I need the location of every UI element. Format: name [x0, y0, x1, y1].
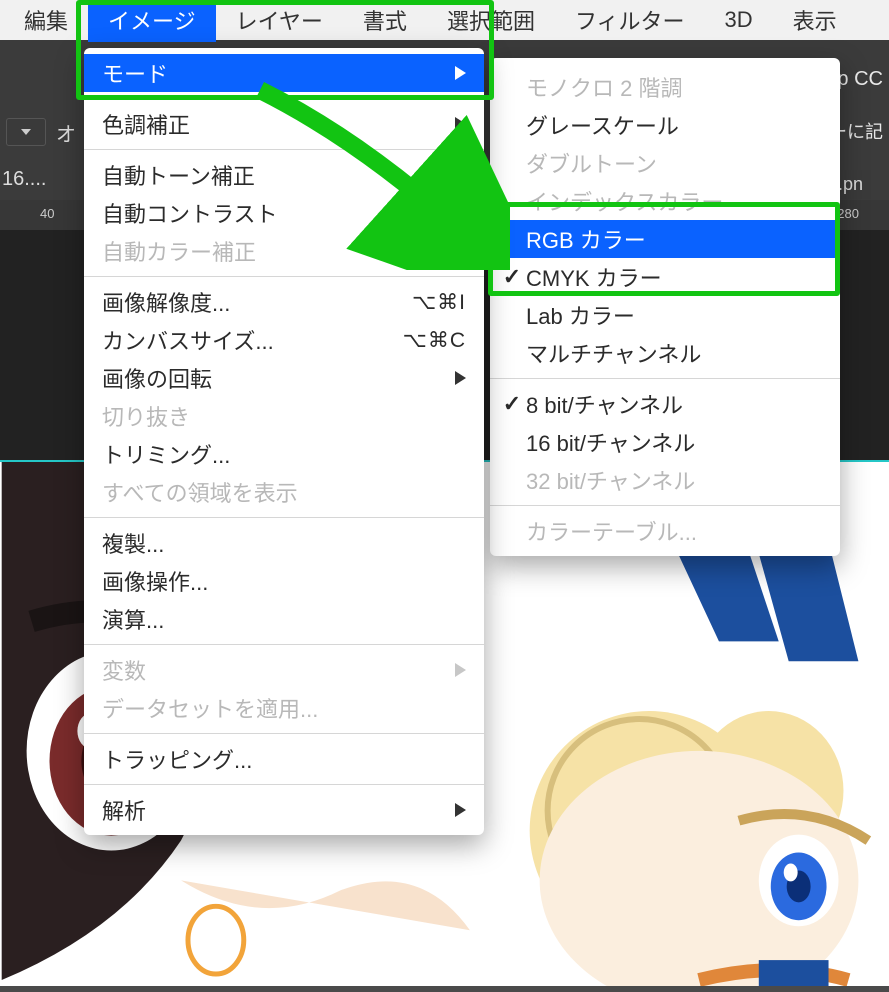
item-image-size[interactable]: 画像解像度...⌥⌘I	[84, 283, 484, 321]
menu-image-dropdown: モード 色調補正 自動トーン補正⇧⌘L 自動コントラスト⌥⇧⌘L 自動カラー補正…	[84, 48, 484, 835]
menu-type[interactable]: 書式	[343, 0, 427, 42]
mode-16bit[interactable]: 16 bit/チャンネル	[490, 423, 840, 461]
chevron-right-icon	[455, 663, 466, 677]
item-auto-color: 自動カラー補正⇧⌘B	[84, 232, 484, 270]
menubar: 編集 イメージ レイヤー 書式 選択範囲 フィルター 3D 表示	[0, 0, 889, 40]
mode-rgb[interactable]: RGB カラー	[490, 220, 840, 258]
item-canvas-size[interactable]: カンバスサイズ...⌥⌘C	[84, 321, 484, 359]
item-apply-image[interactable]: 画像操作...	[84, 562, 484, 600]
item-trim[interactable]: トリミング...	[84, 435, 484, 473]
chevron-right-icon	[455, 117, 466, 131]
menu-separator	[84, 276, 484, 277]
item-reveal-all: すべての領域を表示	[84, 473, 484, 511]
menu-separator	[84, 149, 484, 150]
mode-bitmap: モノクロ 2 階調	[490, 68, 840, 106]
menu-image[interactable]: イメージ	[88, 0, 216, 42]
mode-duotone: ダブルトーン	[490, 144, 840, 182]
mode-multichannel[interactable]: マルチチャンネル	[490, 334, 840, 372]
menu-separator	[84, 733, 484, 734]
menu-separator	[490, 505, 840, 506]
mode-lab[interactable]: Lab カラー	[490, 296, 840, 334]
chevron-right-icon	[455, 66, 466, 80]
item-rotate[interactable]: 画像の回転	[84, 359, 484, 397]
menu-filter[interactable]: フィルター	[555, 0, 705, 42]
item-variables: 変数	[84, 651, 484, 689]
menu-separator	[84, 517, 484, 518]
item-apply-dataset: データセットを適用...	[84, 689, 484, 727]
menu-separator	[84, 98, 484, 99]
ruler-tick: 280	[837, 206, 859, 221]
mode-color-table: カラーテーブル...	[490, 512, 840, 550]
chevron-right-icon	[455, 371, 466, 385]
item-adjustments[interactable]: 色調補正	[84, 105, 484, 143]
item-mode[interactable]: モード	[84, 54, 484, 92]
mode-32bit: 32 bit/チャンネル	[490, 461, 840, 499]
options-fragment: オ	[56, 118, 76, 147]
menu-edit[interactable]: 編集	[4, 0, 88, 42]
item-crop: 切り抜き	[84, 397, 484, 435]
menu-3d[interactable]: 3D	[705, 1, 773, 39]
file-label: 16....	[2, 168, 46, 191]
menu-separator	[490, 378, 840, 379]
chevron-right-icon	[455, 803, 466, 817]
submenu-mode: モノクロ 2 階調 グレースケール ダブルトーン インデックスカラー RGB カ…	[490, 58, 840, 556]
item-duplicate[interactable]: 複製...	[84, 524, 484, 562]
menu-separator	[84, 644, 484, 645]
menu-select[interactable]: 選択範囲	[427, 0, 555, 42]
mode-cmyk[interactable]: ✓CMYK カラー	[490, 258, 840, 296]
menu-separator	[84, 784, 484, 785]
menu-layer[interactable]: レイヤー	[216, 0, 343, 42]
item-analysis[interactable]: 解析	[84, 791, 484, 829]
mode-indexed: インデックスカラー	[490, 182, 840, 220]
item-auto-tone[interactable]: 自動トーン補正⇧⌘L	[84, 156, 484, 194]
menu-view[interactable]: 表示	[773, 0, 857, 42]
item-calculations[interactable]: 演算...	[84, 600, 484, 638]
item-auto-contrast[interactable]: 自動コントラスト⌥⇧⌘L	[84, 194, 484, 232]
mode-grayscale[interactable]: グレースケール	[490, 106, 840, 144]
ruler-tick: 40	[40, 206, 54, 221]
mode-8bit[interactable]: ✓8 bit/チャンネル	[490, 385, 840, 423]
item-trapping[interactable]: トラッピング...	[84, 740, 484, 778]
zoom-select[interactable]	[6, 118, 46, 146]
